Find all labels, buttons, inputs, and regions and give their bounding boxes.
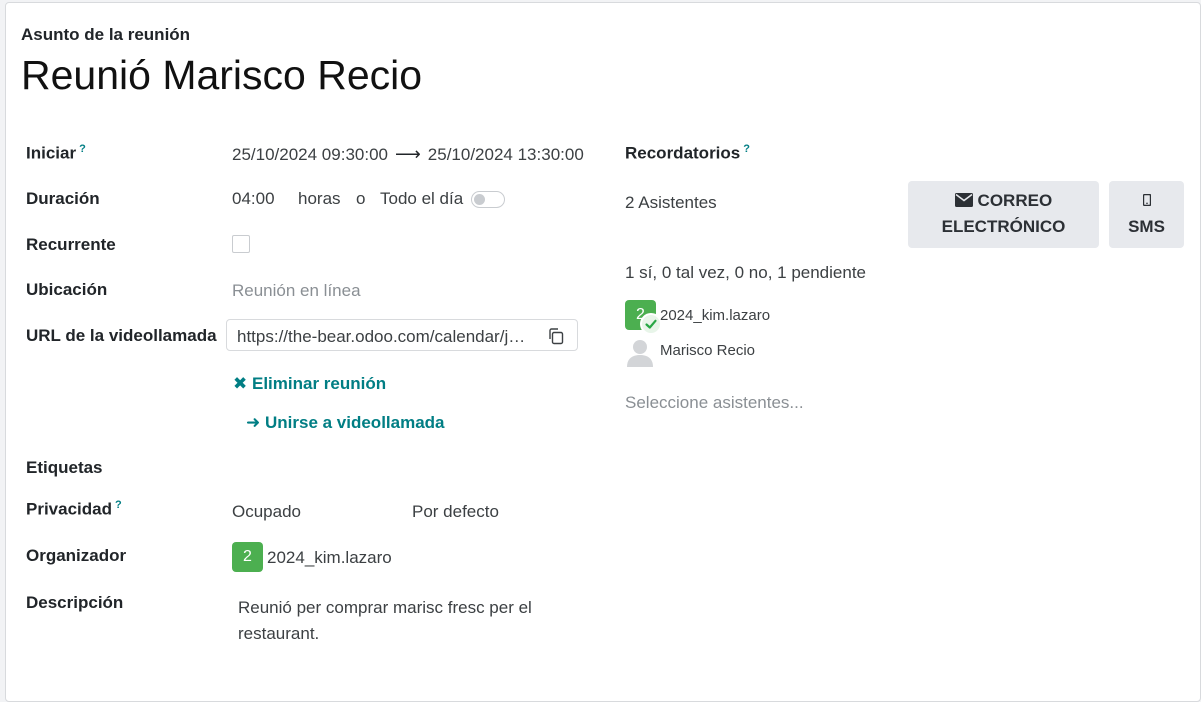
video-url-field[interactable]: https://the-bear.odoo.com/calendar/join_… <box>226 319 578 351</box>
all-day-toggle[interactable] <box>471 191 506 209</box>
organizer-avatar: 2 <box>232 542 263 572</box>
meeting-title[interactable]: Reunió Marisco Recio <box>21 52 422 99</box>
accepted-check-icon <box>640 313 662 335</box>
duration-input[interactable]: 04:00 <box>232 189 275 209</box>
email-button-line1: CORREO <box>908 188 1099 214</box>
attendee-name[interactable]: 2024_kim.lazaro <box>660 307 770 324</box>
attendee-name[interactable]: Marisco Recio <box>660 342 755 359</box>
envelope-icon <box>954 193 973 207</box>
email-button[interactable]: CORREO ELECTRÓNICO <box>908 181 1099 248</box>
join-videocall-text: Unirse a videollamada <box>264 413 445 432</box>
copy-icon[interactable] <box>547 327 565 345</box>
organizer-label: Organizador <box>26 546 127 565</box>
select-attendees-input[interactable]: Seleccione asistentes... <box>625 393 804 413</box>
start-label-text: Iniciar <box>26 143 77 163</box>
email-button-text-2: ELECTRÓNICO <box>941 217 1066 236</box>
recurrent-checkbox[interactable] <box>232 235 250 253</box>
toggle-knob <box>474 194 486 206</box>
tags-label: Etiquetas <box>26 458 103 477</box>
description-line-2[interactable]: restaurant. <box>238 624 319 644</box>
arrow-right-icon: ⟶ <box>394 144 421 164</box>
email-button-text-1: CORREO <box>977 191 1053 210</box>
start-datetime-range: 25/10/2024 09:30:00 ⟶ 25/10/2024 13:30:00 <box>232 144 584 165</box>
delete-meeting-text: Eliminar reunión <box>251 374 387 393</box>
location-label: Ubicación <box>26 280 108 299</box>
delete-meeting-link[interactable]: ✖ Eliminar reunión <box>233 374 386 394</box>
subject-label: Asunto de la reunión <box>21 25 191 44</box>
organizer-name[interactable]: 2024_kim.lazaro <box>267 548 392 568</box>
close-icon: ✖ <box>233 374 248 393</box>
recurrent-label: Recurrente <box>26 235 116 254</box>
duration-unit: horas <box>298 189 341 208</box>
reminders-label-text: Recordatorios <box>625 143 741 163</box>
start-label: Iniciar? <box>26 143 86 164</box>
all-day-field: Todo el día <box>380 189 506 209</box>
video-url-text[interactable]: https://the-bear.odoo.com/calendar/join_… <box>237 327 527 347</box>
video-url-label: URL de la videollamada <box>26 326 217 345</box>
start-help-icon[interactable]: ? <box>79 143 86 155</box>
start-datetime-input[interactable]: 25/10/2024 09:30:00 <box>232 145 388 164</box>
arrow-right-icon: ➜ <box>246 413 261 432</box>
description-label: Descripción <box>26 593 124 612</box>
location-input[interactable]: Reunión en línea <box>232 281 361 301</box>
privacy-select[interactable]: Por defecto <box>412 502 499 522</box>
join-videocall-link[interactable]: ➜ Unirse a videollamada <box>246 413 445 433</box>
user-placeholder-icon <box>627 340 653 367</box>
attendees-count: 2 Asistentes <box>625 193 717 212</box>
all-day-label: Todo el día <box>380 189 464 208</box>
duration-label: Duración <box>26 189 100 208</box>
sms-button[interactable]: SMS <box>1109 181 1184 248</box>
show-as-select[interactable]: Ocupado <box>232 502 301 522</box>
privacy-label-text: Privacidad <box>26 499 112 519</box>
end-datetime-input[interactable]: 25/10/2024 13:30:00 <box>428 145 584 164</box>
or-text: o <box>356 189 366 208</box>
privacy-help-icon[interactable]: ? <box>115 499 122 511</box>
meeting-form-sheet <box>5 2 1201 702</box>
description-line-1[interactable]: Reunió per comprar marisc fresc per el <box>238 598 532 618</box>
mobile-phone-icon <box>1109 188 1184 214</box>
reminders-label: Recordatorios? <box>625 143 750 164</box>
reminders-help-icon[interactable]: ? <box>743 143 750 155</box>
sms-button-text: SMS <box>1128 217 1165 236</box>
privacy-label: Privacidad? <box>26 499 122 520</box>
attendance-summary: 1 sí, 0 tal vez, 0 no, 1 pendiente <box>625 263 866 282</box>
